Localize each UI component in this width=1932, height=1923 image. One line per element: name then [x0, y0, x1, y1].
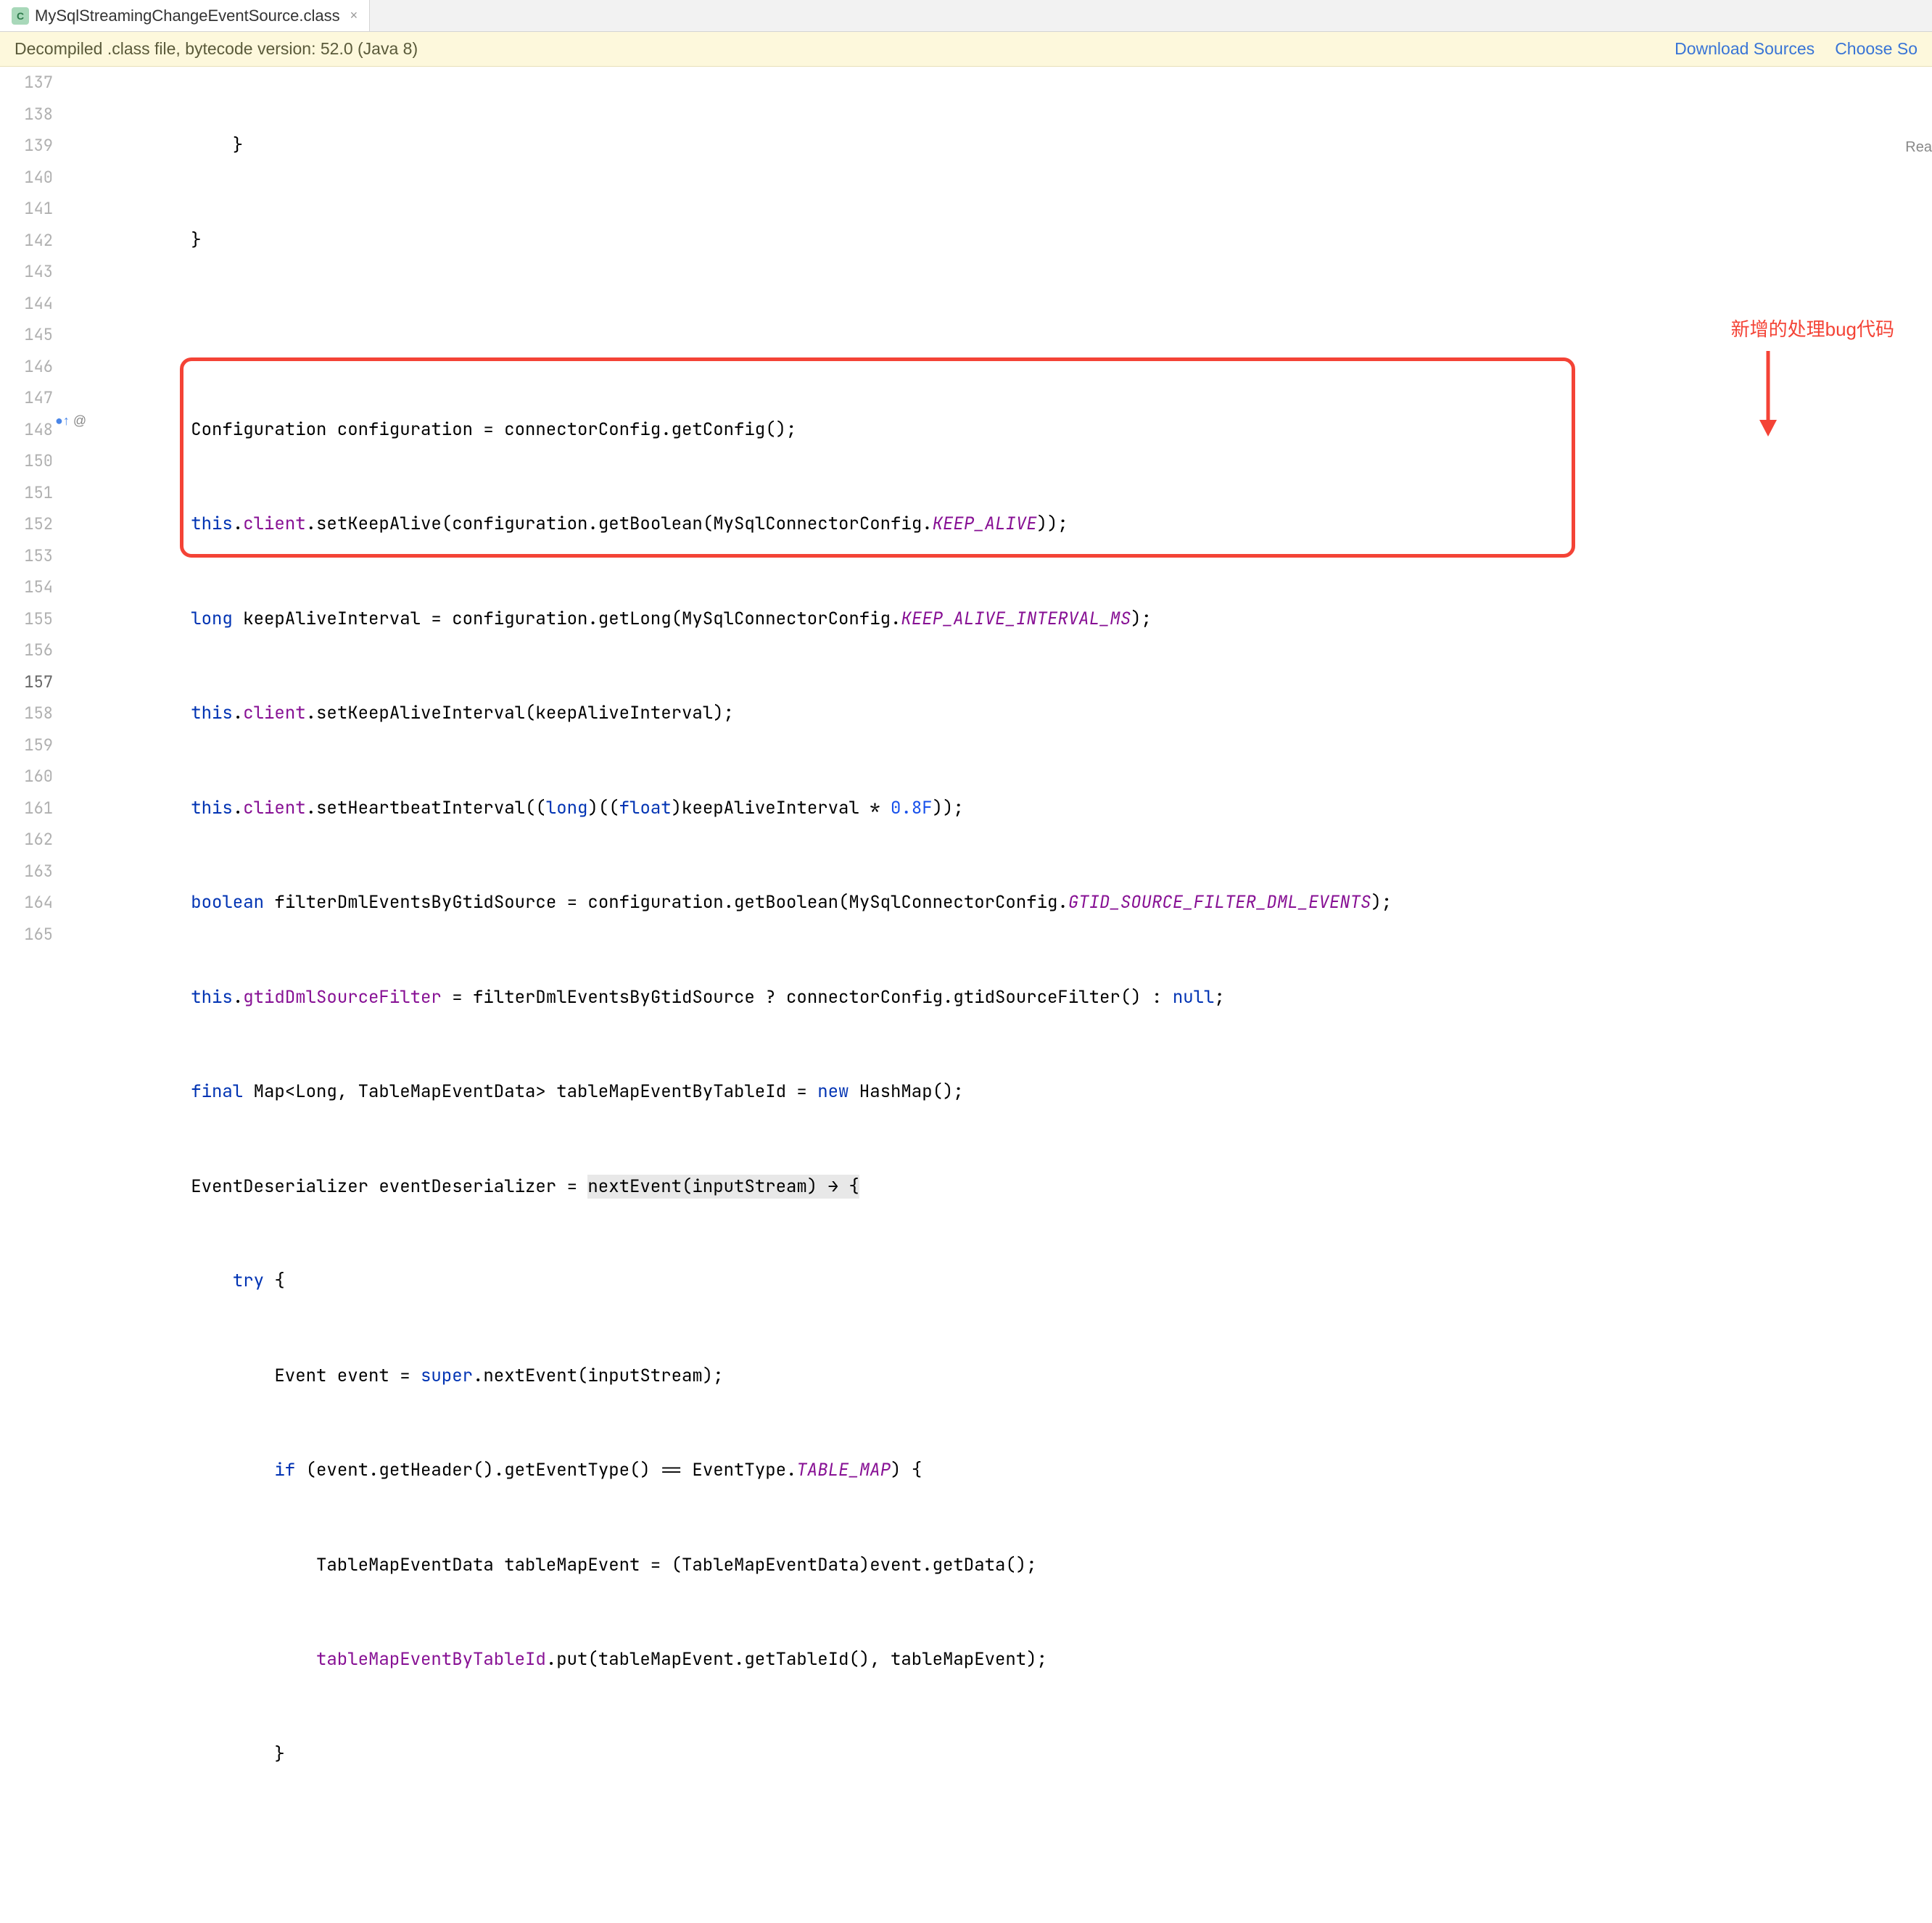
reader-mode-hint[interactable]: Rea [1905, 139, 1932, 156]
code-line[interactable]: } [107, 1739, 1932, 1771]
gutter-annotations: ●↑ @ [64, 67, 107, 962]
line-number[interactable]: 154 [0, 571, 53, 603]
banner-message: Decompiled .class file, bytecode version… [15, 39, 418, 59]
code-line[interactable]: } [107, 225, 1932, 257]
line-number[interactable]: 153 [0, 540, 53, 572]
line-number-gutter: 137 138 139 140 141 142 143 144 145 146 … [0, 67, 64, 962]
line-number[interactable]: 146 [0, 351, 53, 383]
annotation-label: 新增的处理bug代码 [1731, 315, 1894, 342]
code-line[interactable]: if (event.getHeader().getEventType() == … [107, 1455, 1932, 1486]
line-number[interactable]: 164 [0, 887, 53, 919]
file-tab[interactable]: C MySqlStreamingChangeEventSource.class … [0, 0, 370, 31]
banner-actions: Download Sources Choose So [1675, 39, 1917, 59]
download-sources-link[interactable]: Download Sources [1675, 39, 1815, 59]
line-number[interactable]: 165 [0, 919, 53, 951]
line-number[interactable]: 150 [0, 445, 53, 477]
code-line[interactable]: try { [107, 1265, 1932, 1297]
line-number[interactable]: 148 [0, 414, 53, 446]
code-line[interactable]: this.client.setKeepAlive(configuration.g… [107, 508, 1932, 540]
line-number[interactable]: 159 [0, 729, 53, 761]
line-number[interactable]: 138 [0, 99, 53, 131]
line-number[interactable]: 162 [0, 824, 53, 856]
code-line[interactable]: this.gtidDmlSourceFilter = filterDmlEven… [107, 982, 1932, 1014]
code-line[interactable]: } [107, 130, 1932, 162]
line-number[interactable]: 140 [0, 162, 53, 194]
line-number[interactable]: 158 [0, 698, 53, 729]
annotation-arrow-icon [1754, 351, 1783, 438]
close-icon[interactable]: × [350, 8, 358, 23]
override-marker-icon[interactable]: ●↑ @ [55, 413, 99, 429]
code-line[interactable]: this.client.setKeepAliveInterval(keepAli… [107, 698, 1932, 729]
line-number[interactable]: 137 [0, 67, 53, 99]
code-line[interactable]: this.client.setHeartbeatInterval((long)(… [107, 793, 1932, 824]
code-area[interactable]: } } Configuration configuration = connec… [107, 67, 1932, 962]
line-number[interactable]: 160 [0, 761, 53, 793]
line-number[interactable]: 163 [0, 856, 53, 888]
code-line[interactable]: tableMapEventByTableId.put(tableMapEvent… [107, 1644, 1932, 1676]
line-number[interactable]: 145 [0, 319, 53, 351]
tab-bar: C MySqlStreamingChangeEventSource.class … [0, 0, 1932, 32]
code-line[interactable]: long keepAliveInterval = configuration.g… [107, 603, 1932, 635]
line-number[interactable]: 147 [0, 382, 53, 414]
line-number[interactable]: 143 [0, 256, 53, 288]
choose-sources-link[interactable]: Choose So [1835, 39, 1917, 59]
line-number[interactable]: 155 [0, 603, 53, 635]
line-number[interactable]: 139 [0, 130, 53, 162]
line-number[interactable]: 156 [0, 634, 53, 666]
code-line[interactable]: TableMapEventData tableMapEvent = (Table… [107, 1550, 1932, 1581]
code-line[interactable]: final Map<Long, TableMapEventData> table… [107, 1076, 1932, 1108]
line-number[interactable]: 151 [0, 477, 53, 509]
code-line[interactable] [107, 1833, 1932, 1865]
line-number[interactable]: 161 [0, 793, 53, 824]
line-number[interactable]: 157 [0, 666, 53, 698]
line-number[interactable]: 152 [0, 508, 53, 540]
code-line[interactable] [107, 319, 1932, 351]
class-file-icon: C [12, 7, 29, 25]
code-line[interactable]: Configuration configuration = connectorC… [107, 414, 1932, 446]
line-number[interactable]: 142 [0, 225, 53, 257]
line-number[interactable]: 141 [0, 193, 53, 225]
line-number[interactable]: 144 [0, 288, 53, 320]
code-line[interactable]: EventDeserializer eventDeserializer = ne… [107, 1171, 1932, 1203]
tab-filename: MySqlStreamingChangeEventSource.class [35, 7, 340, 25]
code-line[interactable]: Event event = super.nextEvent(inputStrea… [107, 1360, 1932, 1392]
editor: 137 138 139 140 141 142 143 144 145 146 … [0, 67, 1932, 962]
decompiled-banner: Decompiled .class file, bytecode version… [0, 32, 1932, 67]
code-line[interactable]: boolean filterDmlEventsByGtidSource = co… [107, 887, 1932, 919]
